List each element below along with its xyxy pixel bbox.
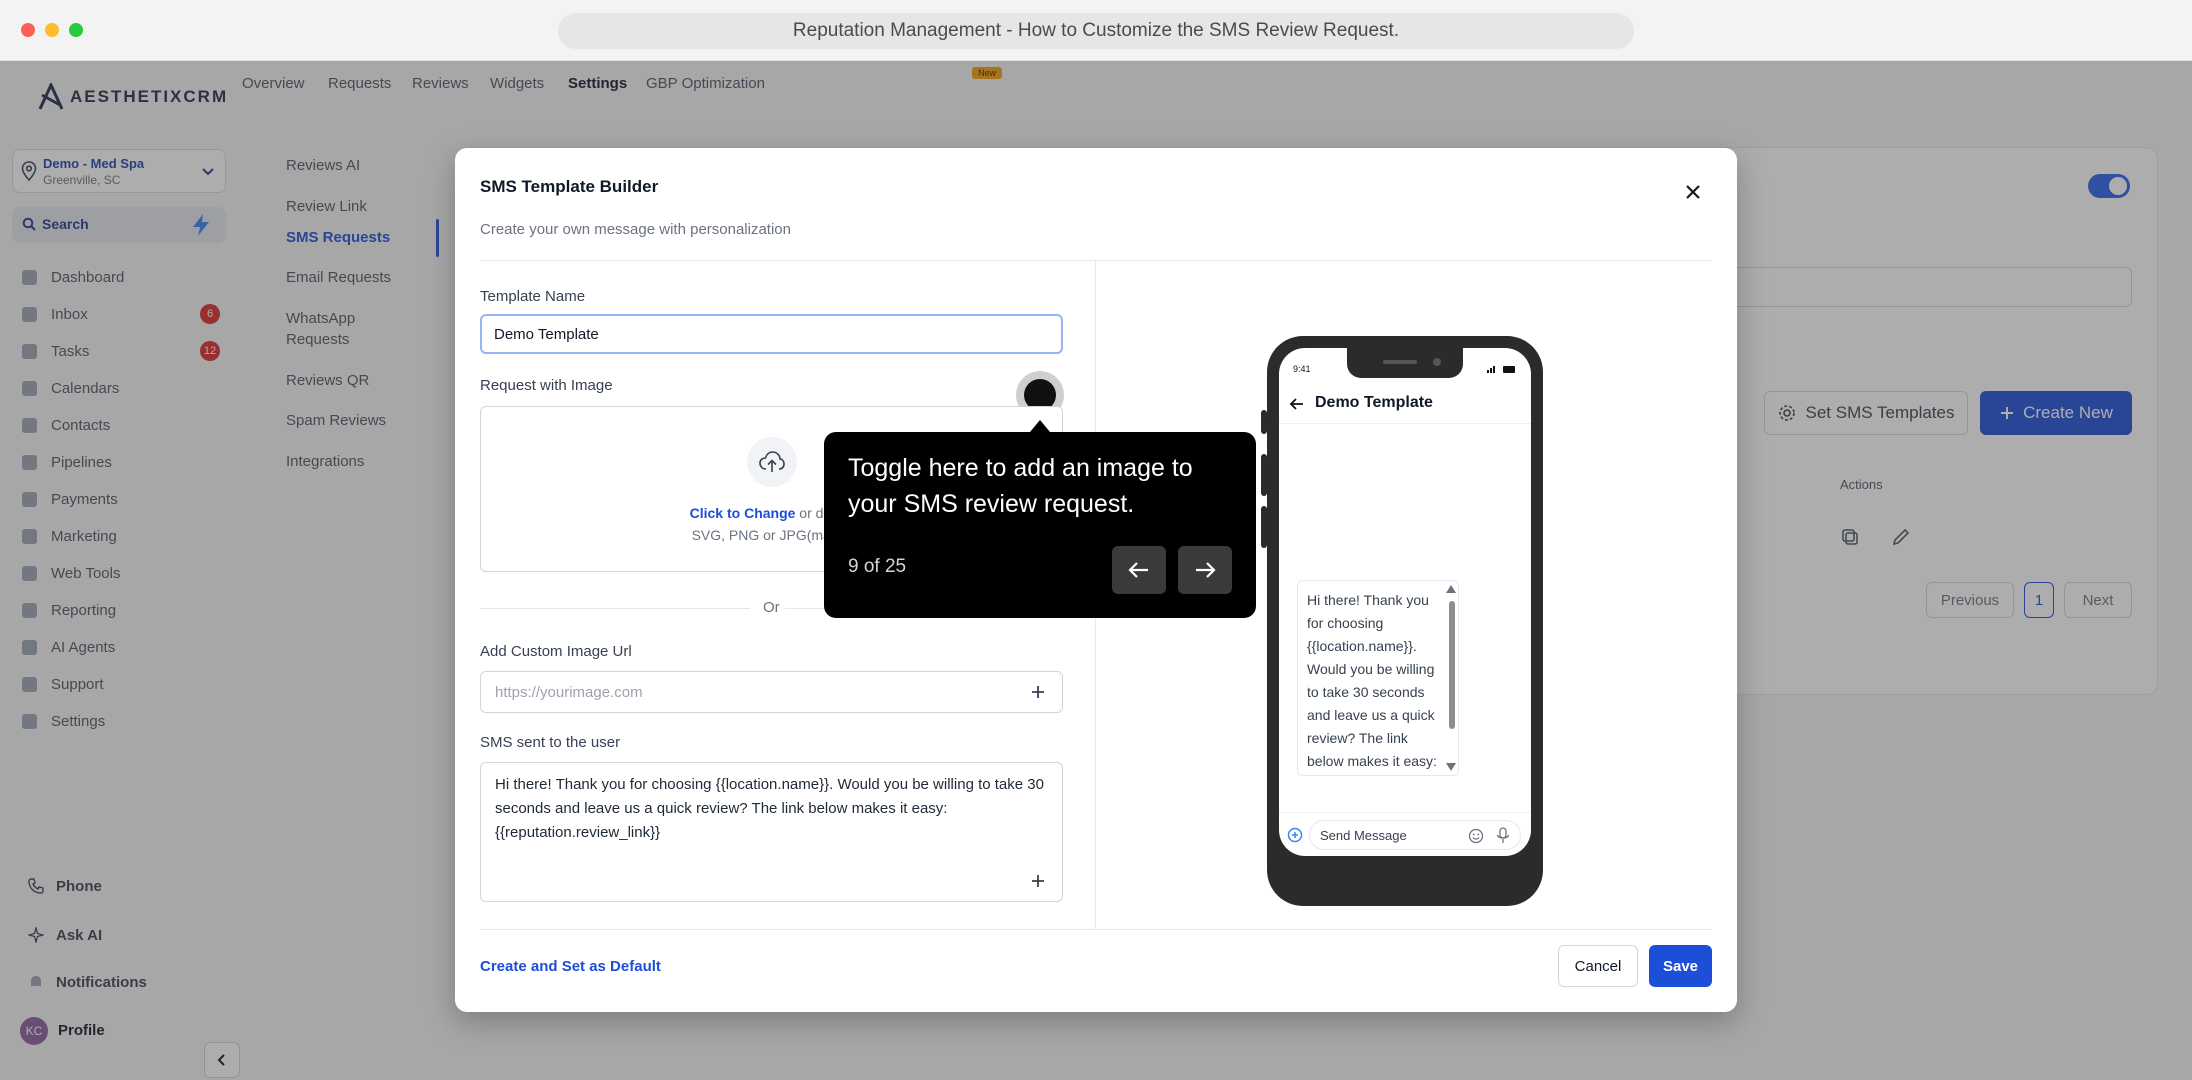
custom-url-label: Add Custom Image Url (480, 643, 632, 660)
emoji-icon (1468, 828, 1484, 844)
custom-image-url-input[interactable]: https://yourimage.com (480, 671, 1063, 713)
sms-preview-text: Hi there! Thank you for choosing {{locat… (1307, 592, 1437, 769)
tooltip-next-button[interactable] (1178, 546, 1232, 594)
tooltip-arrow (1030, 420, 1050, 432)
plus-icon[interactable] (1030, 684, 1046, 700)
walkthrough-tooltip: Toggle here to add an image to your SMS … (824, 432, 1256, 618)
window-zoom-dot[interactable] (69, 23, 83, 37)
phone-camera (1433, 358, 1441, 366)
modal-footer-divider (480, 929, 1712, 930)
plus-circle-icon (1287, 827, 1303, 843)
modal-subtitle: Create your own message with personaliza… (480, 221, 791, 238)
click-to-change-link[interactable]: Click to Change (690, 505, 796, 521)
request-image-label: Request with Image (480, 377, 613, 394)
tooltip-text: Toggle here to add an image to your SMS … (848, 454, 1193, 518)
plus-icon[interactable] (1030, 873, 1046, 889)
phone-chat-header: Demo Template (1279, 384, 1531, 424)
window-close-dot[interactable] (21, 23, 35, 37)
scroll-down-arrow (1446, 763, 1456, 771)
phone-speaker (1383, 360, 1417, 364)
sms-body-textarea[interactable]: Hi there! Thank you for choosing {{locat… (480, 762, 1063, 902)
bubble-scrollbar[interactable] (1449, 601, 1455, 729)
modal-divider (480, 260, 1712, 261)
status-time: 9:41 (1293, 364, 1311, 374)
close-icon[interactable] (1681, 180, 1705, 204)
template-name-input[interactable]: Demo Template (480, 314, 1063, 354)
phone-screen: 9:41 Demo Template Hi there! Thank you f… (1279, 348, 1531, 856)
modal-title: SMS Template Builder (480, 177, 659, 196)
cancel-button[interactable]: Cancel (1558, 945, 1638, 987)
phone-notch (1347, 348, 1463, 378)
phone-chat-title: Demo Template (1315, 394, 1433, 411)
scroll-up-arrow (1446, 585, 1456, 593)
microphone-icon (1496, 827, 1510, 843)
browser-chrome: Reputation Management - How to Customize… (0, 0, 2192, 61)
custom-url-placeholder: https://yourimage.com (495, 684, 643, 701)
sms-body-label: SMS sent to the user (480, 734, 621, 751)
upload-cloud-icon (747, 437, 797, 487)
status-signal-battery-icon (1487, 366, 1515, 373)
or-label: Or (763, 599, 780, 616)
arrow-left-icon (1289, 398, 1303, 410)
tooltip-step-counter: 9 of 25 (848, 556, 907, 577)
phone-message-input: Send Message (1309, 820, 1521, 850)
arrow-left-icon (1128, 562, 1148, 578)
template-name-label: Template Name (480, 288, 586, 305)
tooltip-previous-button[interactable] (1112, 546, 1166, 594)
window-minimize-dot[interactable] (45, 23, 59, 37)
or-divider-left (480, 608, 750, 609)
phone-compose-bar: Send Message (1279, 812, 1531, 856)
phone-message-placeholder: Send Message (1320, 828, 1407, 843)
sms-body-text: Hi there! Thank you for choosing {{locat… (495, 776, 1044, 841)
sms-preview-bubble: Hi there! Thank you for choosing {{locat… (1297, 580, 1459, 776)
save-button[interactable]: Save (1649, 945, 1712, 987)
create-and-set-default-link[interactable]: Create and Set as Default (480, 958, 661, 975)
arrow-right-icon (1196, 562, 1216, 578)
address-bar[interactable]: Reputation Management - How to Customize… (558, 13, 1634, 49)
phone-preview: 9:41 Demo Template Hi there! Thank you f… (1267, 336, 1543, 906)
